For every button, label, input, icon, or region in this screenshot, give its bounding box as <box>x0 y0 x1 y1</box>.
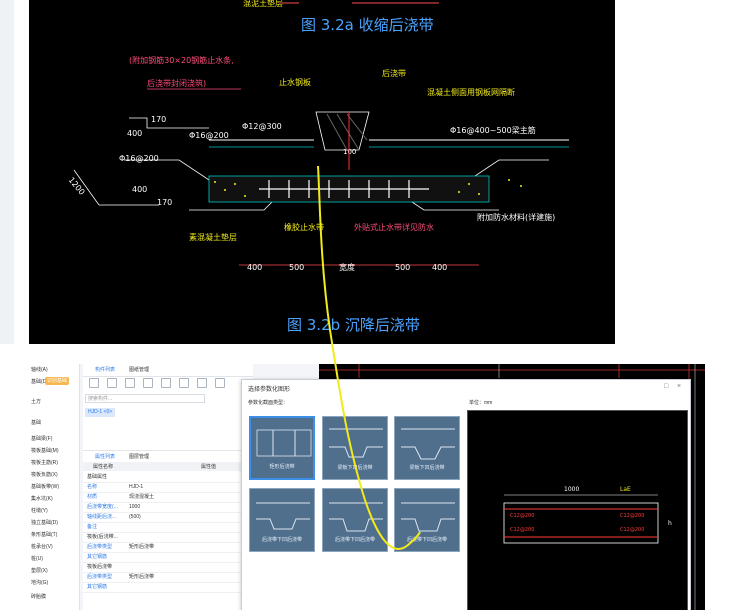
annotation-connector-line <box>317 165 421 550</box>
annotation-overlay <box>317 165 421 550</box>
